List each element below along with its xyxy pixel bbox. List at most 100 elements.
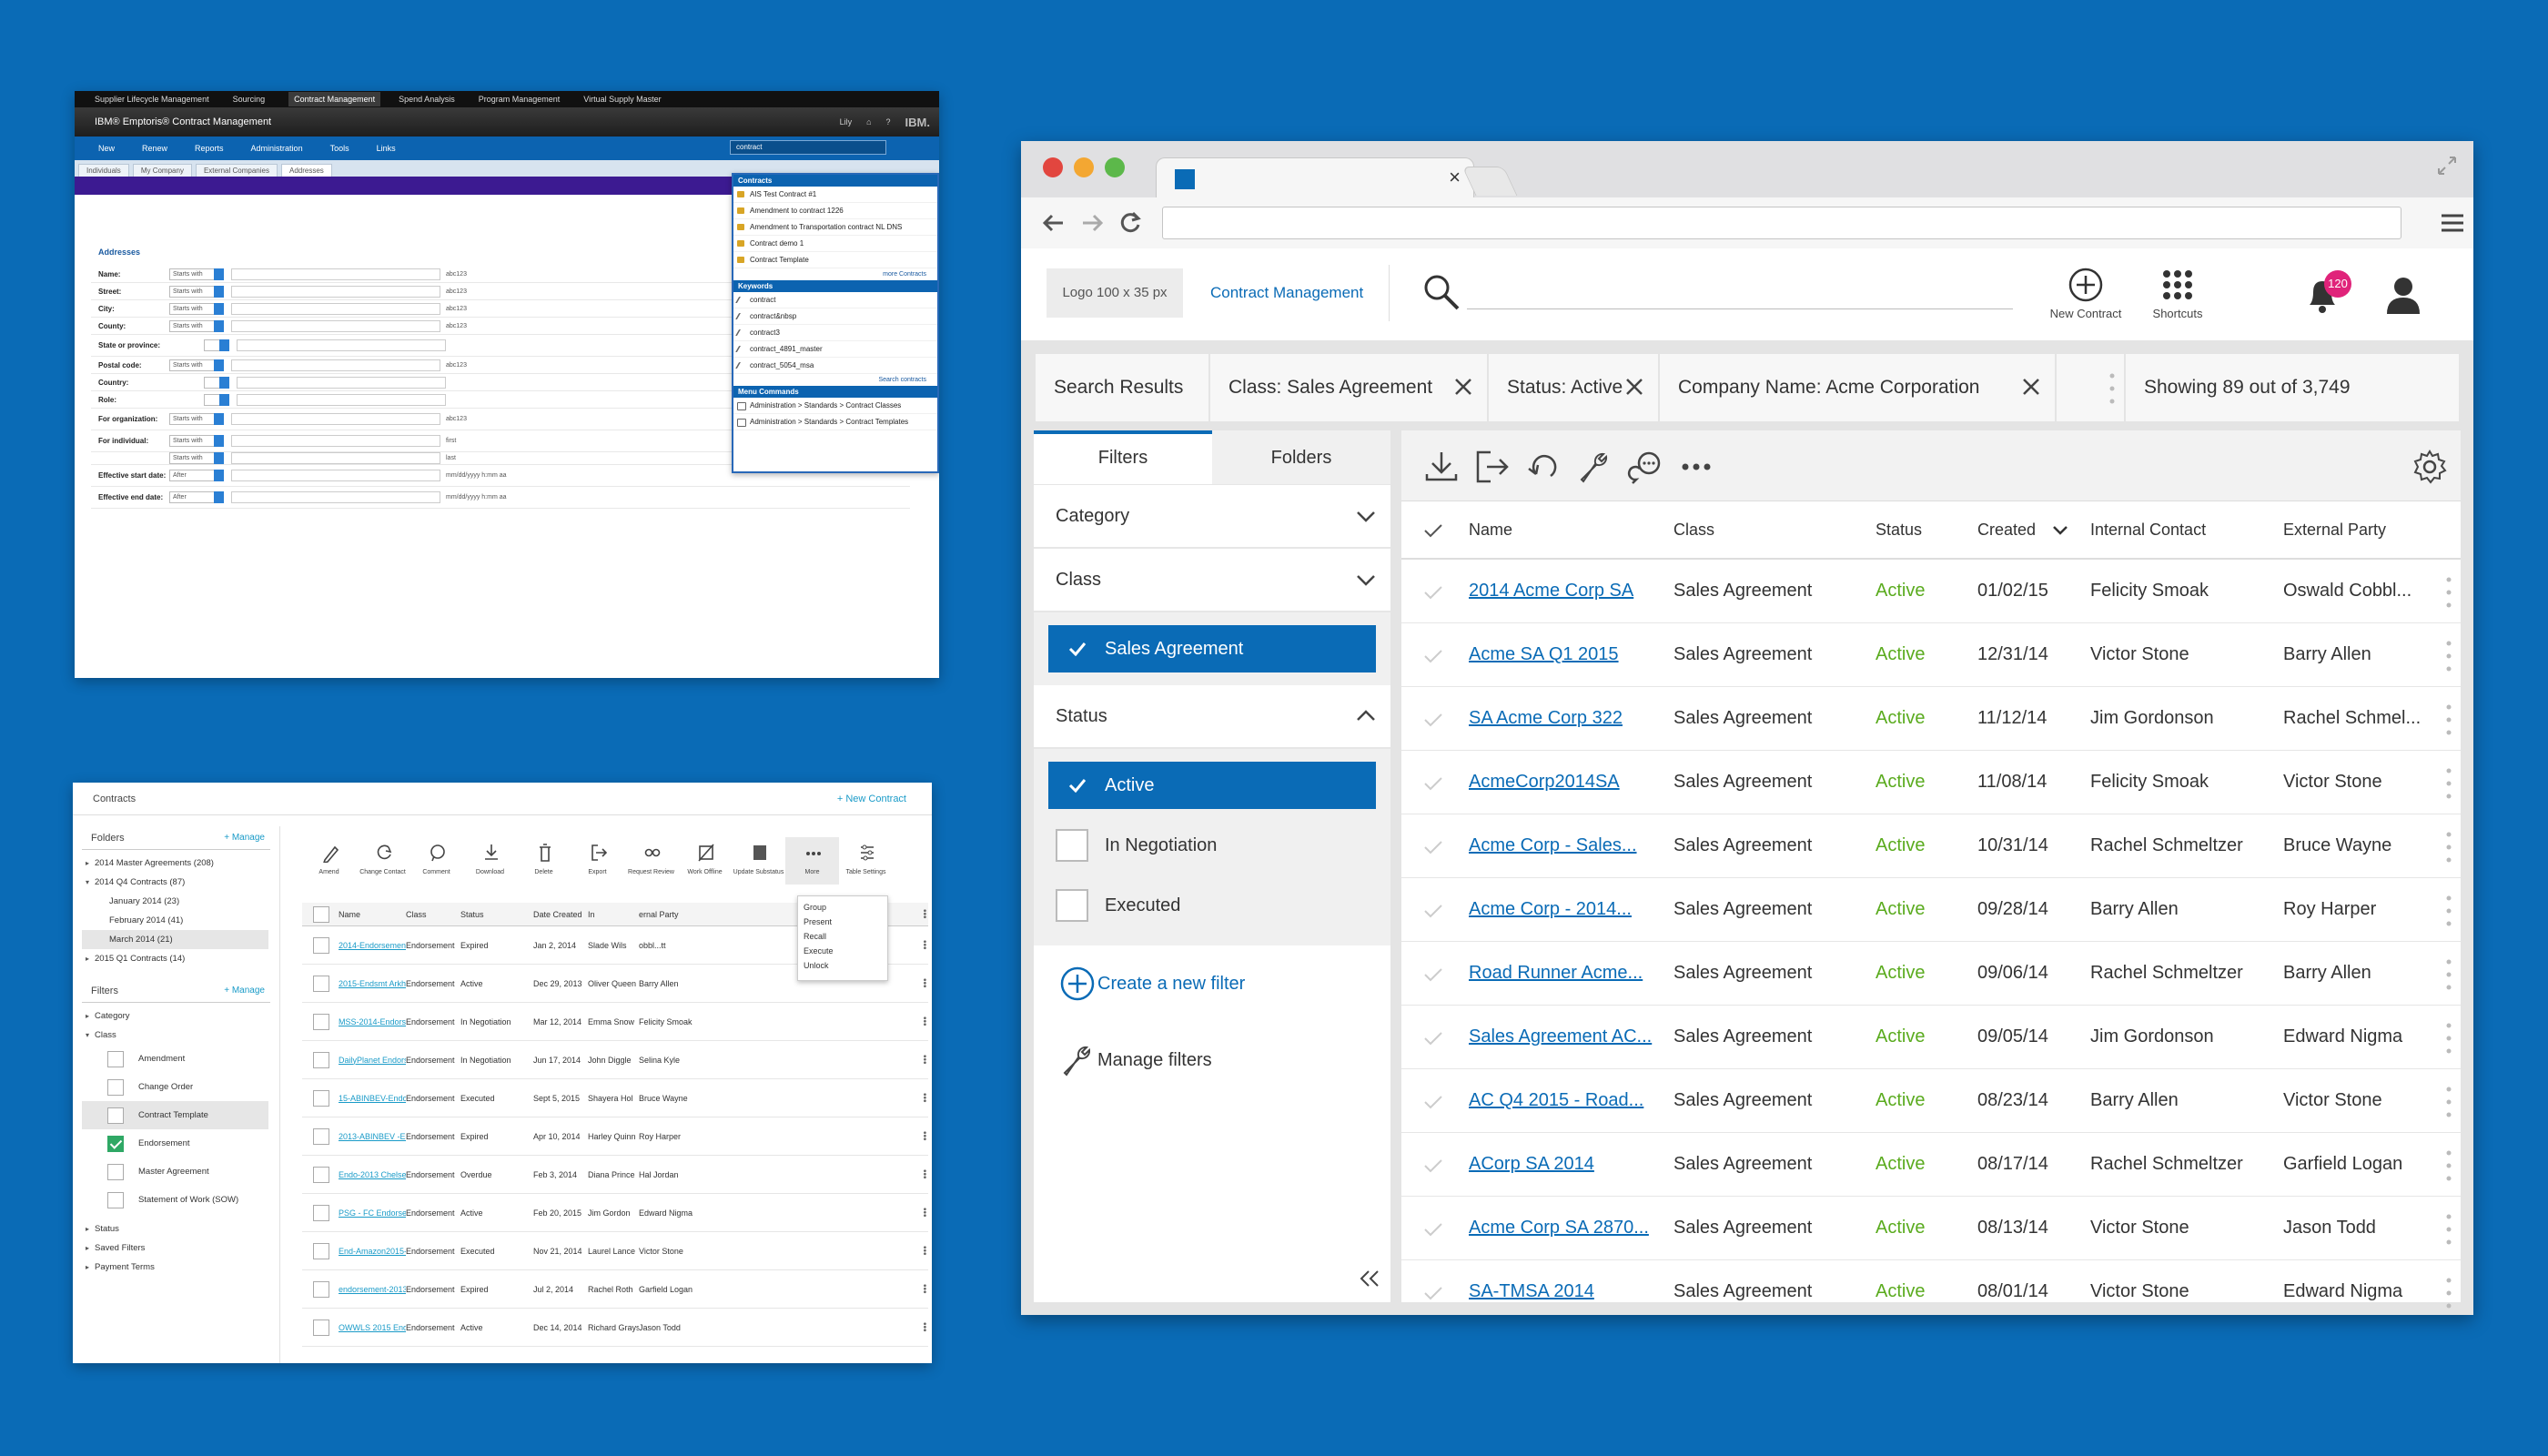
tab-addresses[interactable]: Addresses: [280, 164, 332, 177]
checkbox[interactable]: [1056, 889, 1088, 922]
row-actions-icon[interactable]: [2446, 576, 2452, 609]
contract-name-link[interactable]: Acme Corp - 2014...: [1469, 899, 1673, 920]
suite-nav-item-supplier-lifecycle-management[interactable]: Supplier Lifecycle Management: [95, 95, 209, 104]
contract-name-link[interactable]: 15-ABINBEV-Endo...: [339, 1094, 406, 1103]
row-checkbox[interactable]: [1401, 751, 1469, 814]
expand-arrow-icon[interactable]: ▸: [86, 1219, 89, 1239]
suite-nav-item-sourcing[interactable]: Sourcing: [233, 95, 266, 104]
close-tab-icon[interactable]: ×: [1449, 166, 1461, 189]
filter-group-saved-filters[interactable]: ▸ Saved Filters: [82, 1239, 279, 1258]
class-filter-option[interactable]: Contract Template: [82, 1101, 268, 1129]
value-select[interactable]: [204, 393, 229, 406]
class-filter-option[interactable]: Amendment: [82, 1045, 279, 1073]
update-substatus-button[interactable]: Update Substatus: [732, 837, 785, 885]
column-header-class[interactable]: Class: [406, 910, 460, 919]
browser-tab[interactable]: ×: [1156, 157, 1474, 197]
column-header-date-created[interactable]: Date Created: [533, 910, 588, 919]
menu-item-links[interactable]: Links: [377, 144, 396, 153]
operator-select[interactable]: Starts with: [169, 285, 224, 298]
contract-management-link[interactable]: Contract Management: [1210, 268, 1363, 318]
table-row[interactable]: MSS-2014-Endorseme...Endorsement In Negot…: [302, 1003, 928, 1041]
row-checkbox[interactable]: [1401, 1006, 1469, 1068]
suggested-contract[interactable]: Contract Template: [733, 252, 937, 268]
row-checkbox[interactable]: [313, 1051, 329, 1068]
menu-item-administration[interactable]: Administration: [251, 144, 303, 153]
table-row[interactable]: 2014 Acme Corp SA Sales Agreement Active 01…: [1401, 560, 2461, 623]
filter-category[interactable]: ▸ Category: [82, 1006, 279, 1026]
column-header-status[interactable]: Status: [1876, 521, 1977, 540]
menu-item-recall[interactable]: Recall: [804, 929, 882, 944]
suggested-contract[interactable]: AIS Test Contract #1: [733, 187, 937, 203]
undo-icon[interactable]: [1525, 449, 1562, 485]
hamburger-menu-icon[interactable]: [2439, 210, 2466, 236]
row-actions-icon[interactable]: •••: [919, 1169, 928, 1179]
select-all-checkbox[interactable]: [313, 905, 329, 923]
folder-item[interactable]: March 2014 (21): [82, 930, 268, 949]
suggested-contract[interactable]: Amendment to Transportation contract NL …: [733, 219, 937, 236]
wrench-icon[interactable]: [1576, 449, 1613, 485]
field-input[interactable]: [231, 268, 440, 280]
more-contracts-link[interactable]: more Contracts: [733, 268, 937, 280]
operator-select[interactable]: Starts with: [169, 268, 224, 280]
column-header-class[interactable]: Class: [1673, 521, 1876, 540]
export-icon[interactable]: [1474, 449, 1511, 485]
row-checkbox[interactable]: [1401, 814, 1469, 877]
contract-name-link[interactable]: 2013-ABINBEV -Endo...: [339, 1132, 406, 1141]
row-actions-icon[interactable]: •••: [919, 1208, 928, 1218]
status-option-active[interactable]: Active: [1048, 762, 1376, 809]
minimize-window-button[interactable]: [1074, 157, 1094, 177]
fullscreen-icon[interactable]: [2437, 156, 2457, 176]
row-actions-icon[interactable]: •••: [919, 1131, 928, 1141]
table-row[interactable]: endorsement-2013 RTCEndorsement Expired Ju…: [302, 1270, 928, 1309]
field-input[interactable]: [231, 302, 440, 315]
row-actions-icon[interactable]: •••: [919, 978, 928, 988]
global-search-input[interactable]: contract: [730, 140, 886, 155]
more-chips-button[interactable]: [2057, 354, 2126, 421]
column-header-name[interactable]: Name: [1469, 521, 1673, 540]
expand-arrow-icon[interactable]: ▸: [86, 854, 89, 873]
tab-my-company[interactable]: My Company: [132, 164, 192, 177]
operator-select[interactable]: After: [169, 470, 224, 481]
suggested-contract[interactable]: Contract demo 1: [733, 236, 937, 252]
delete-button[interactable]: Delete: [517, 837, 571, 885]
contract-name-link[interactable]: SA Acme Corp 322: [1469, 708, 1673, 729]
column-header-external-party[interactable]: External Party: [2283, 521, 2440, 540]
contract-name-link[interactable]: AC Q4 2015 - Road...: [1469, 1090, 1673, 1111]
table-row[interactable]: Acme SA Q1 2015 Sales Agreement Active 12/3…: [1401, 623, 2461, 687]
operator-select[interactable]: Starts with: [169, 435, 224, 447]
column-options-icon[interactable]: •••: [919, 909, 928, 919]
tab-filters[interactable]: Filters: [1034, 430, 1212, 484]
row-checkbox[interactable]: [313, 975, 329, 992]
table-row[interactable]: PSG - FC Endorsement...Endorsement Active…: [302, 1194, 928, 1232]
contract-name-link[interactable]: Sales Agreement AC...: [1469, 1026, 1673, 1047]
sort-arrow-icon[interactable]: [2036, 521, 2068, 539]
category-accordion[interactable]: Category: [1034, 485, 1390, 549]
new-contract-button[interactable]: New Contract: [2040, 267, 2131, 320]
menu-item-renew[interactable]: Renew: [142, 144, 167, 153]
download-button[interactable]: Download: [463, 837, 517, 885]
filter-group-payment-terms[interactable]: ▸ Payment Terms: [82, 1258, 279, 1277]
row-checkbox[interactable]: [1401, 1133, 1469, 1196]
row-actions-icon[interactable]: [2446, 1086, 2452, 1118]
field-input[interactable]: [231, 491, 440, 503]
class-accordion[interactable]: Class: [1034, 549, 1390, 612]
row-actions-icon[interactable]: [2446, 1277, 2452, 1309]
manage-filters-button[interactable]: Manage filters: [1034, 1022, 1390, 1098]
class-filter-option[interactable]: Statement of Work (SOW): [82, 1186, 279, 1214]
search-contracts-link[interactable]: Search contracts: [733, 374, 937, 386]
comment-icon[interactable]: [1627, 449, 1663, 485]
table-row[interactable]: 2013-ABINBEV -Endo...Endorsement Expired A…: [302, 1117, 928, 1156]
table-row[interactable]: AcmeCorp2014SA Sales Agreement Active 11/08…: [1401, 751, 2461, 814]
row-checkbox[interactable]: [1401, 560, 1469, 622]
class-filter-option[interactable]: Change Order: [82, 1073, 279, 1101]
search-icon[interactable]: [1421, 272, 1461, 312]
search-input[interactable]: [1467, 308, 2013, 309]
row-checkbox[interactable]: [1401, 623, 1469, 686]
field-input[interactable]: [237, 376, 446, 389]
status-option-in-negotiation[interactable]: In Negotiation: [1048, 822, 1376, 869]
suggested-keyword[interactable]: contract_4891_master: [733, 341, 937, 358]
checkbox[interactable]: [107, 1136, 124, 1152]
row-actions-icon[interactable]: [2446, 703, 2452, 736]
checkbox[interactable]: [1056, 829, 1088, 862]
table-row[interactable]: SA Acme Corp 322 Sales Agreement Active 11/…: [1401, 687, 2461, 751]
